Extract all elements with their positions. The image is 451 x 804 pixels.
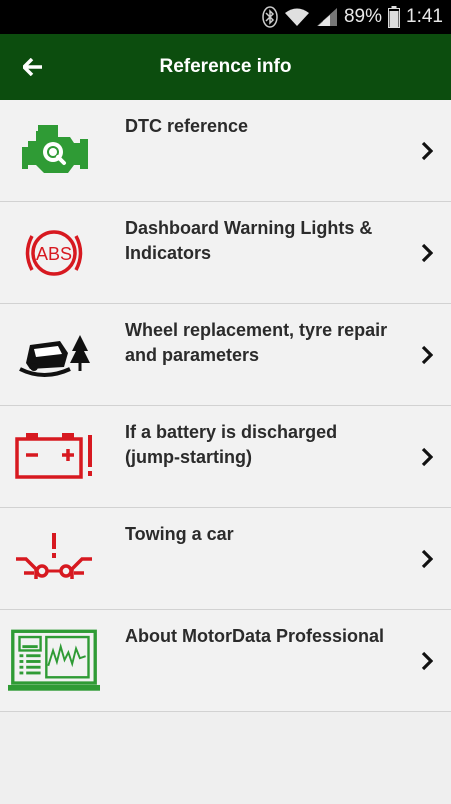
list-item-wheel-replacement[interactable]: Wheel replacement, tyre repair and param… (0, 304, 451, 406)
list-item-label: Wheel replacement, tyre repair and param… (125, 320, 388, 365)
status-bar: 89% 1:41 (0, 0, 451, 34)
car-ditch-icon (8, 318, 100, 392)
list-item-dashboard-warning-lights[interactable]: ABS Dashboard Warning Lights & Indicator… (0, 202, 451, 304)
list-item-dtc-reference[interactable]: DTC reference (0, 100, 451, 202)
chevron-right-icon (419, 445, 435, 469)
battery-percent: 89% (343, 6, 383, 27)
signal-icon (316, 7, 338, 27)
list-item-label: Towing a car (125, 524, 234, 544)
laptop-diagnostics-icon (8, 624, 100, 698)
svg-text:ABS: ABS (36, 244, 72, 264)
reference-list: DTC reference ABS Dashboard Warning Ligh… (0, 100, 451, 712)
list-item-label: About MotorData Professional (125, 626, 385, 646)
battery-warning-icon (8, 420, 100, 494)
abs-warning-icon: ABS (8, 216, 100, 290)
chevron-right-icon (419, 241, 435, 265)
list-item-label: If a battery is discharged (jump-startin… (125, 422, 338, 467)
towing-icon (8, 522, 100, 596)
chevron-right-icon (419, 343, 435, 367)
list-item-battery-discharged[interactable]: If a battery is discharged (jump-startin… (0, 406, 451, 508)
list-item-about[interactable]: About MotorData Professional (0, 610, 451, 712)
list-item-label: DTC reference (125, 116, 249, 136)
list-item-label: Dashboard Warning Lights & Indicators (125, 218, 373, 263)
engine-search-icon (8, 114, 100, 188)
bluetooth-icon (262, 6, 278, 28)
chevron-right-icon (419, 649, 435, 673)
clock: 1:41 (406, 6, 443, 27)
chevron-right-icon (419, 139, 435, 163)
chevron-right-icon (419, 547, 435, 571)
page-title: Reference info (159, 56, 292, 77)
app-bar: Reference info (0, 34, 451, 100)
wifi-icon (284, 7, 310, 27)
battery-icon (388, 6, 401, 28)
list-item-towing[interactable]: Towing a car (0, 508, 451, 610)
